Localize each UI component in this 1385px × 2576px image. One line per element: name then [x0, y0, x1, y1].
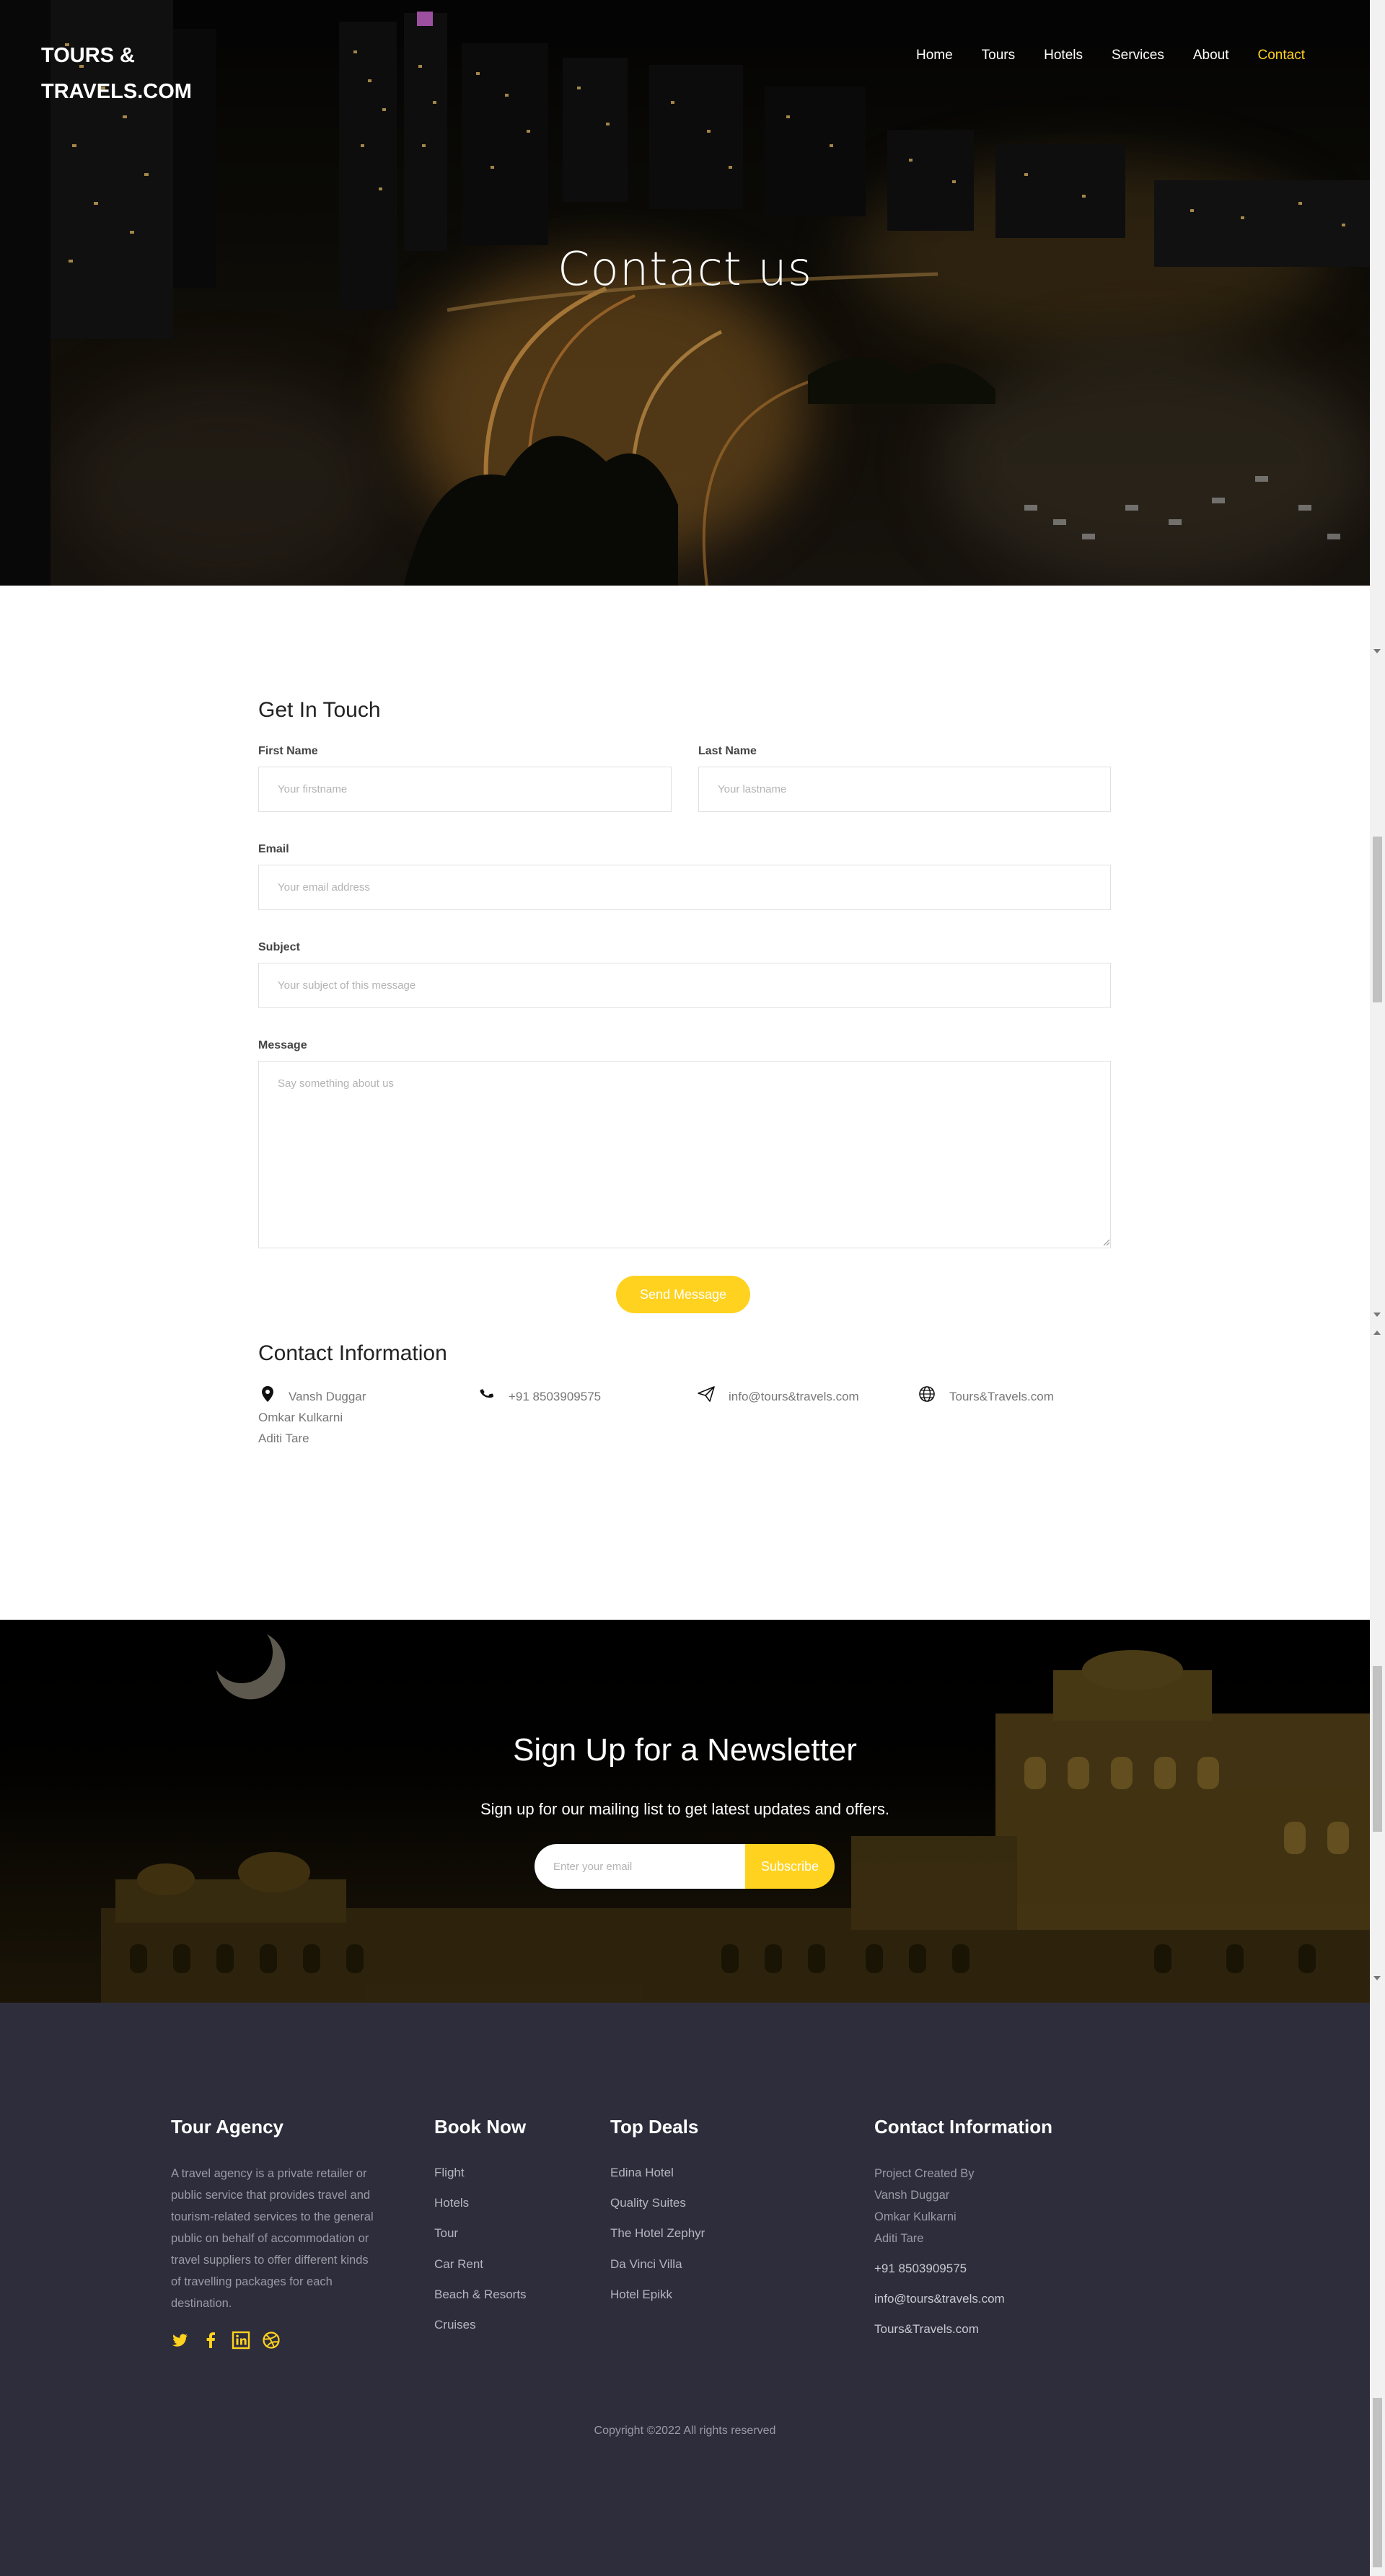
subject-label: Subject [258, 941, 300, 953]
footer-about-line-1: A travel agency is a private retailer or [171, 2167, 367, 2180]
globe-icon [919, 1386, 935, 1402]
footer-created-by: Project Created By [874, 2167, 975, 2180]
footer-about-line-5: travel suppliers to offer different kind… [171, 2254, 369, 2267]
footer-link-car-rent[interactable]: Car Rent [434, 2257, 483, 2272]
contact-person-3: Aditi Tare [258, 1432, 309, 1445]
contact-person-1: Vansh Duggar [289, 1390, 366, 1403]
footer-link-cruises[interactable]: Cruises [434, 2318, 476, 2332]
paper-plane-icon [698, 1386, 715, 1402]
footer-deal-da-vinci-villa[interactable]: Da Vinci Villa [610, 2257, 682, 2272]
footer-link-hotels[interactable]: Hotels [434, 2196, 469, 2210]
first-name-input[interactable] [258, 767, 672, 812]
nav-services[interactable]: Services [1097, 45, 1179, 66]
footer-deal-quality-suites[interactable]: Quality Suites [610, 2196, 686, 2210]
copyright-text: Copyright ©2022 All rights reserved [594, 2425, 776, 2437]
main-nav: Home Tours Hotels Services About Contact [902, 45, 1319, 66]
site-logo[interactable]: TOURS & TRAVELS.COM [41, 38, 214, 110]
scroll-down-arrow-icon[interactable] [1373, 1313, 1381, 1317]
last-name-input[interactable] [698, 767, 1111, 812]
contact-info-heading: Contact Information [258, 1341, 447, 1365]
newsletter-title: Sign Up for a Newsletter [513, 1732, 857, 1768]
newsletter-subtitle: Sign up for our mailing list to get late… [480, 1800, 890, 1818]
footer-phone[interactable]: +91 8503909575 [874, 2262, 967, 2276]
nav-tours[interactable]: Tours [967, 45, 1029, 66]
message-textarea[interactable] [258, 1061, 1111, 1248]
scroll-up-arrow-icon[interactable] [1373, 1331, 1381, 1335]
footer-contact-heading: Contact Information [874, 2116, 1052, 2138]
logo-line-2: TRAVELS.COM [41, 80, 192, 103]
last-name-label: Last Name [698, 745, 757, 757]
footer-deal-hotel-epikk[interactable]: Hotel Epikk [610, 2288, 672, 2302]
twitter-icon[interactable] [171, 2331, 190, 2350]
footer-website[interactable]: Tours&Travels.com [874, 2322, 979, 2337]
footer-top-deals-heading: Top Deals [610, 2116, 699, 2138]
logo-line-1: TOURS & [41, 44, 135, 67]
email-label: Email [258, 843, 289, 855]
contact-email[interactable]: info@tours&travels.com [729, 1386, 859, 1407]
footer-book-now-heading: Book Now [434, 2116, 527, 2138]
footer-about-line-7: destination. [171, 2297, 232, 2310]
newsletter-form: Subscribe [535, 1844, 835, 1889]
message-label: Message [258, 1039, 307, 1051]
nav-contact[interactable]: Contact [1244, 45, 1319, 66]
footer-about-line-6: of travelling packages for each [171, 2275, 333, 2288]
dribbble-icon[interactable] [262, 2331, 281, 2350]
footer-about-line-3: tourism-related services to the general [171, 2210, 374, 2223]
footer-deal-edina-hotel[interactable]: Edina Hotel [610, 2166, 674, 2180]
linkedin-icon[interactable] [232, 2331, 250, 2350]
contact-website[interactable]: Tours&Travels.com [949, 1386, 1054, 1407]
nav-about[interactable]: About [1179, 45, 1244, 66]
footer-about-line-2: public service that provides travel and [171, 2189, 371, 2202]
footer-person-2: Omkar Kulkarni [874, 2210, 957, 2223]
facebook-icon[interactable] [201, 2331, 220, 2350]
footer-link-tour[interactable]: Tour [434, 2226, 458, 2241]
subscribe-button[interactable]: Subscribe [745, 1844, 835, 1889]
email-input[interactable] [258, 865, 1111, 910]
footer-about-heading: Tour Agency [171, 2116, 284, 2138]
map-pin-icon [262, 1386, 273, 1402]
footer-link-beach-resorts[interactable]: Beach & Resorts [434, 2288, 527, 2302]
footer-about-line-4: public on behalf of accommodation or [171, 2232, 369, 2245]
nav-hotels[interactable]: Hotels [1029, 45, 1097, 66]
contact-person-2: Omkar Kulkarni [258, 1411, 343, 1424]
footer-person-3: Aditi Tare [874, 2232, 924, 2245]
scrollbar-thumb[interactable] [1373, 2398, 1382, 2567]
first-name-label: First Name [258, 745, 318, 757]
resize-handle-icon[interactable] [1102, 1238, 1110, 1246]
nav-home[interactable]: Home [902, 45, 967, 66]
footer-link-flight[interactable]: Flight [434, 2166, 465, 2180]
scrollbar-thumb[interactable] [1373, 837, 1382, 1002]
send-message-button[interactable]: Send Message [616, 1276, 750, 1313]
subject-input[interactable] [258, 963, 1111, 1008]
scroll-down-arrow-icon[interactable] [1373, 649, 1381, 653]
footer-deal-hotel-zephyr[interactable]: The Hotel Zephyr [610, 2226, 705, 2241]
scrollbar-thumb[interactable] [1373, 1666, 1382, 1832]
form-heading: Get In Touch [258, 698, 381, 722]
hero-title: Contact us [557, 243, 813, 296]
page: TOURS & TRAVELS.COM Home Tours Hotels Se… [0, 0, 1370, 2576]
vertical-scrollbar[interactable] [1370, 0, 1385, 2576]
scroll-down-arrow-icon[interactable] [1373, 1976, 1381, 1980]
phone-icon [480, 1389, 494, 1398]
contact-phone[interactable]: +91 8503909575 [509, 1386, 601, 1407]
footer-person-1: Vansh Duggar [874, 2189, 950, 2202]
newsletter-email-input[interactable] [535, 1844, 751, 1889]
footer-email[interactable]: info@tours&travels.com [874, 2292, 1005, 2306]
hero-banner: TOURS & TRAVELS.COM Home Tours Hotels Se… [0, 0, 1370, 586]
